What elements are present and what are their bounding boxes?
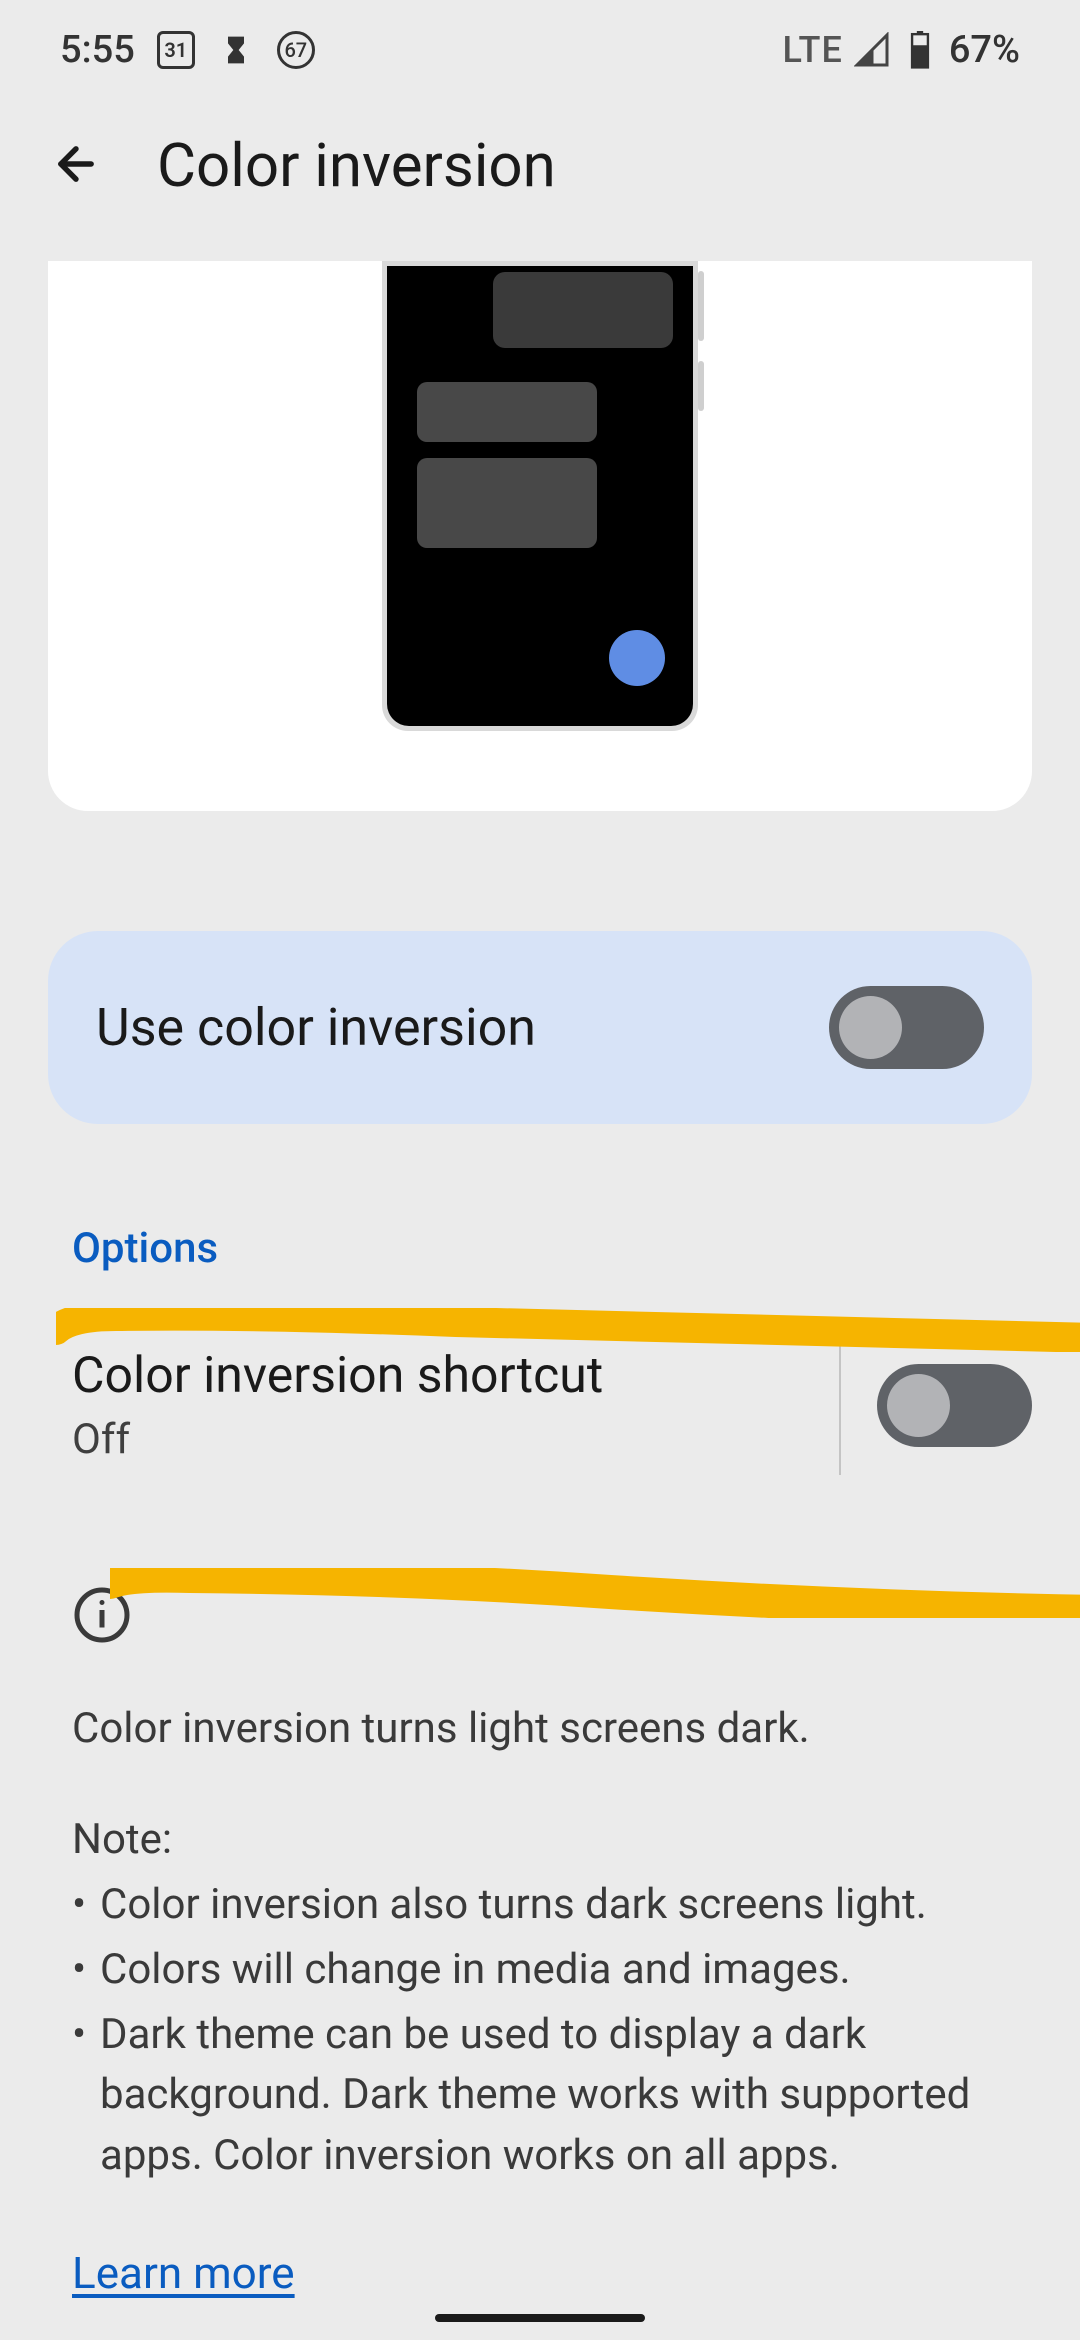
learn-more-link[interactable]: Learn more xyxy=(72,2247,295,2299)
switch-thumb-icon xyxy=(839,996,902,1059)
info-note-label: Note: xyxy=(72,1810,1008,1871)
clock-time: 5:55 xyxy=(60,28,135,72)
use-color-inversion-switch[interactable] xyxy=(829,986,984,1069)
annotation-highlight-icon xyxy=(110,1568,1080,1618)
info-text: Color inversion turns light screens dark… xyxy=(72,1699,1008,2187)
phone-mockup xyxy=(382,261,698,731)
app-bar: Color inversion xyxy=(0,100,1080,261)
info-bullet: •Colors will change in media and images. xyxy=(72,1940,1008,2001)
shortcut-row[interactable]: Color inversion shortcut Off xyxy=(72,1335,1032,1475)
phone-screen xyxy=(387,266,693,726)
shortcut-text: Color inversion shortcut Off xyxy=(72,1347,821,1464)
battery-percent: 67% xyxy=(949,28,1020,72)
info-bullet: •Color inversion also turns dark screens… xyxy=(72,1875,1008,1936)
phone-side-button-icon xyxy=(698,361,704,411)
use-color-inversion-row[interactable]: Use color inversion xyxy=(48,931,1032,1124)
status-right: LTE 67% xyxy=(782,28,1020,72)
annotation-highlight-icon xyxy=(56,1308,1080,1352)
mock-block-icon xyxy=(493,272,673,348)
network-label: LTE xyxy=(782,29,842,71)
phone-side-button-icon xyxy=(698,271,704,341)
calendar-icon: 31 xyxy=(157,31,195,69)
preview-card xyxy=(48,261,1032,811)
nav-handle[interactable] xyxy=(435,2314,645,2322)
info-bullet: •Dark theme can be used to display a dar… xyxy=(72,2005,1008,2188)
info-intro: Color inversion turns light screens dark… xyxy=(72,1699,1008,1760)
hourglass-icon xyxy=(217,31,255,69)
shortcut-title: Color inversion shortcut xyxy=(72,1347,821,1405)
battery-icon xyxy=(901,31,939,69)
back-button[interactable] xyxy=(50,138,102,194)
info-bullet-text: Dark theme can be used to display a dark… xyxy=(100,2005,1008,2188)
info-bullet-text: Colors will change in media and images. xyxy=(100,1940,851,2001)
page-title: Color inversion xyxy=(157,130,556,201)
vertical-separator xyxy=(839,1335,841,1475)
options-header: Options xyxy=(72,1224,1008,1273)
shortcut-status: Off xyxy=(72,1415,821,1464)
status-left: 5:55 31 67 xyxy=(60,28,315,72)
circled-number-icon: 67 xyxy=(277,31,315,69)
signal-icon xyxy=(853,31,891,69)
info-bullet-text: Color inversion also turns dark screens … xyxy=(100,1875,927,1936)
mock-block-icon xyxy=(417,458,597,548)
shortcut-switch[interactable] xyxy=(877,1364,1032,1447)
mock-fab-icon xyxy=(609,630,665,686)
switch-thumb-icon xyxy=(887,1374,950,1437)
use-color-inversion-label: Use color inversion xyxy=(96,997,536,1058)
status-bar: 5:55 31 67 LTE 67% xyxy=(0,0,1080,100)
mock-block-icon xyxy=(417,382,597,442)
